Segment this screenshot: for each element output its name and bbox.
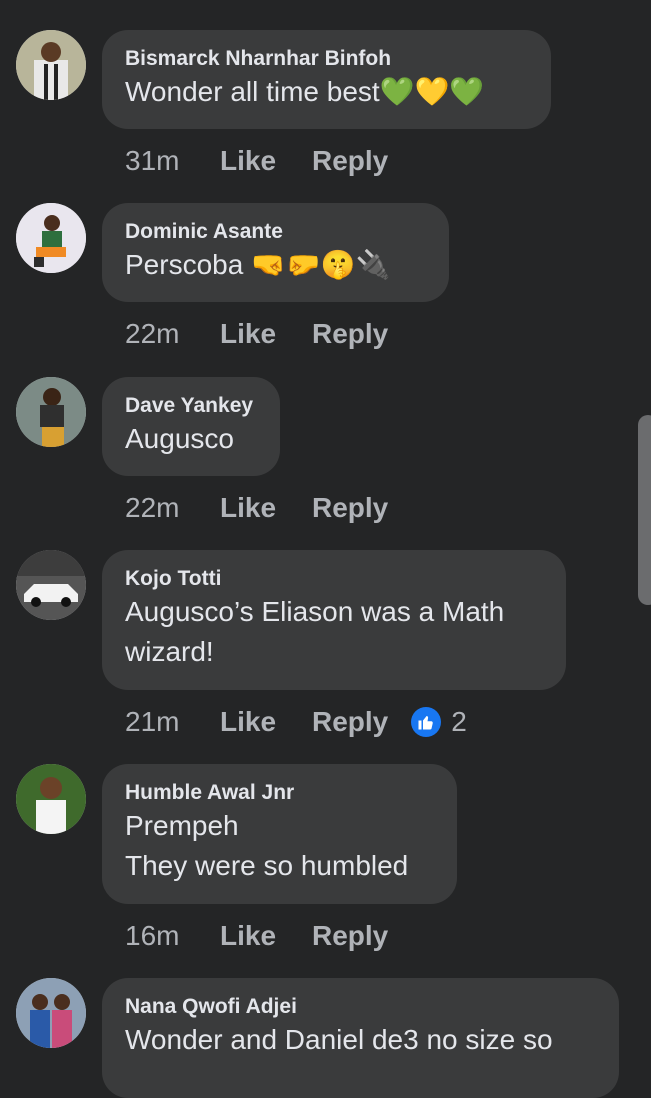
comment-time[interactable]: 22m	[125, 318, 220, 350]
comment-bubble[interactable]: Humble Awal Jnr Prempeh They were so hum…	[102, 764, 457, 904]
avatar[interactable]	[16, 978, 86, 1048]
comment-author[interactable]: Dave Yankey	[125, 393, 256, 419]
comment-author[interactable]: Dominic Asante	[125, 219, 425, 245]
comment-author[interactable]: Bismarck Nharnhar Binfoh	[125, 46, 527, 72]
comment-text-line: Augusco’s Eliason was a Math	[125, 596, 505, 627]
comment-bubble[interactable]: Bismarck Nharnhar Binfoh Wonder all time…	[102, 30, 551, 129]
reaction-count: 2	[451, 706, 467, 737]
avatar[interactable]	[16, 377, 86, 447]
reply-button[interactable]: Reply	[312, 920, 388, 952]
comment-text-line: They were so humbled	[125, 850, 409, 881]
comment-author[interactable]: Humble Awal Jnr	[125, 780, 433, 806]
comment-text: Augusco	[125, 423, 234, 454]
comment-bubble[interactable]: Dominic Asante Perscoba 🤜🤛🤫🔌	[102, 203, 449, 302]
like-button[interactable]: Like	[220, 920, 312, 952]
comment-text: Wonder and Daniel de3 no size so	[125, 1024, 553, 1055]
like-button[interactable]: Like	[220, 145, 312, 177]
avatar[interactable]	[16, 550, 86, 620]
comment-bubble[interactable]: Dave Yankey Augusco	[102, 377, 280, 476]
comment-time[interactable]: 31m	[125, 145, 220, 177]
comment-bubble[interactable]: Nana Qwofi Adjei Wonder and Daniel de3 n…	[102, 978, 619, 1098]
comment-text-line: wizard!	[125, 636, 214, 667]
comment-bubble[interactable]: Kojo Totti Augusco’s Eliason was a Math …	[102, 550, 566, 690]
comment-author[interactable]: Kojo Totti	[125, 566, 542, 592]
comment-actions: 22m Like Reply	[125, 314, 388, 354]
comment-text: Wonder all time best💚💛💚	[125, 76, 485, 107]
like-button[interactable]: Like	[220, 318, 312, 350]
scrollbar[interactable]	[638, 415, 651, 605]
comment-actions: 22m Like Reply	[125, 488, 388, 528]
reply-button[interactable]: Reply	[312, 318, 388, 350]
comment-text-line: Prempeh	[125, 810, 239, 841]
reply-button[interactable]: Reply	[312, 492, 388, 524]
comment-time[interactable]: 16m	[125, 920, 220, 952]
comment-time[interactable]: 22m	[125, 492, 220, 524]
reaction-summary[interactable]: 2	[411, 706, 467, 738]
like-button[interactable]: Like	[220, 492, 312, 524]
comment-actions: 16m Like Reply	[125, 916, 388, 956]
comment-actions: 31m Like Reply	[125, 141, 388, 181]
comment-time[interactable]: 21m	[125, 706, 220, 738]
reply-button[interactable]: Reply	[312, 145, 388, 177]
like-button[interactable]: Like	[220, 706, 312, 738]
thumbs-up-icon	[411, 707, 442, 737]
avatar[interactable]	[16, 764, 86, 834]
comment-author[interactable]: Nana Qwofi Adjei	[125, 994, 595, 1020]
comment-actions: 21m Like Reply 2	[125, 702, 467, 742]
avatar[interactable]	[16, 30, 86, 100]
avatar[interactable]	[16, 203, 86, 273]
comment-text: Perscoba 🤜🤛🤫🔌	[125, 249, 391, 280]
reply-button[interactable]: Reply	[312, 706, 388, 738]
